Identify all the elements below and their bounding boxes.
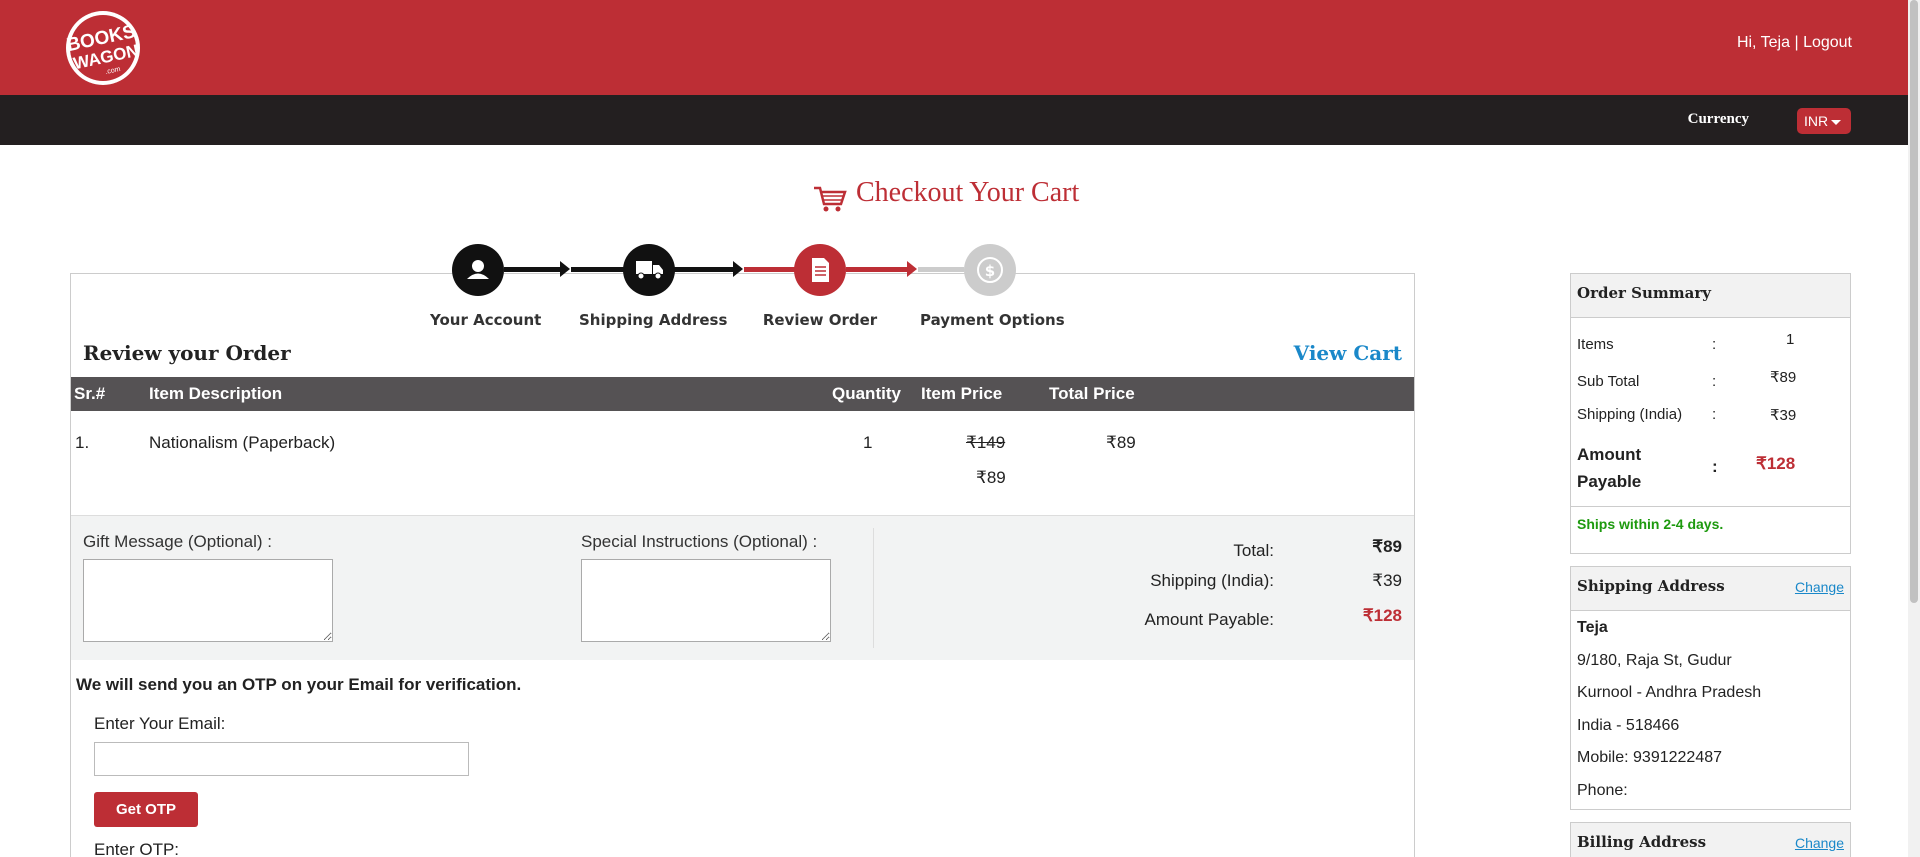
col-header: Item Price	[921, 384, 1003, 403]
summary-shipping-value: ₹39	[1770, 407, 1797, 424]
summary-colon: :	[1712, 336, 1717, 353]
get-otp-button[interactable]: Get OTP	[94, 792, 198, 827]
gift-message-label: Gift Message (Optional) :	[83, 532, 272, 551]
view-cart-link[interactable]: View Cart	[1294, 341, 1402, 365]
email-input[interactable]	[94, 742, 469, 776]
step-label: Your Account	[430, 311, 542, 329]
step-review-order	[794, 244, 846, 296]
page-scrollbar[interactable]	[1908, 0, 1920, 857]
step-payment-options: $	[964, 244, 1016, 296]
currency-bar: Currency INR	[0, 95, 1908, 145]
billing-address-header: Billing Address Change	[1571, 823, 1850, 857]
otp-label: Enter OTP:	[94, 840, 180, 857]
arrow-right-icon	[907, 261, 917, 277]
currency-label: Currency	[1687, 111, 1749, 127]
user-icon	[467, 260, 489, 279]
summary-subtotal-label: Sub Total	[1577, 373, 1640, 390]
gift-message-textarea[interactable]	[83, 559, 333, 642]
svg-text:$: $	[985, 262, 995, 280]
col-header: Item Description	[149, 384, 283, 403]
step-connector	[504, 267, 561, 272]
special-instructions-label: Special Instructions (Optional) :	[581, 532, 818, 551]
amount-payable-label: Amount Payable:	[1144, 610, 1274, 629]
summary-payable-value: ₹128	[1756, 454, 1796, 473]
currency-dropdown[interactable]: INR	[1797, 108, 1851, 134]
billing-address-title: Billing Address	[1577, 833, 1707, 851]
total-label: Total:	[1233, 541, 1274, 560]
step-label: Review Order	[762, 311, 878, 329]
row-quantity: 1	[863, 433, 873, 452]
special-instructions-textarea[interactable]	[581, 559, 831, 642]
summary-payable-label-line2: Payable	[1577, 472, 1642, 491]
step-connector	[571, 267, 625, 272]
step-label: Shipping Address	[579, 311, 728, 329]
address-phone: Phone:	[1577, 782, 1628, 799]
step-connector	[744, 267, 796, 272]
col-header: Quantity	[832, 384, 901, 403]
scrollbar-thumb[interactable]	[1910, 0, 1918, 603]
shipping-label: Shipping (India):	[1150, 571, 1274, 590]
row-list-price: ₹149	[966, 433, 1006, 452]
order-table-header: Sr.# Item Description Quantity Item Pric…	[71, 377, 1414, 411]
step-shipping-address	[623, 244, 675, 296]
currency-value: INR	[1804, 113, 1829, 129]
caret-down-icon	[1831, 119, 1842, 125]
shipping-address-box: Shipping Address Change Teja 9/180, Raja…	[1570, 566, 1851, 810]
ships-within-note: Ships within 2-4 days.	[1577, 516, 1724, 532]
dollar-icon: $	[977, 257, 1003, 283]
order-summary-box: Order Summary Items : 1 Sub Total : ₹89 …	[1570, 273, 1851, 554]
review-title: Review your Order	[83, 341, 291, 365]
total-value: ₹89	[1372, 537, 1402, 556]
change-billing-link[interactable]: Change	[1795, 835, 1844, 851]
shipping-address-title: Shipping Address	[1577, 577, 1725, 595]
step-your-account	[452, 244, 504, 296]
shipping-value: ₹39	[1372, 571, 1402, 590]
order-extras: Gift Message (Optional) : Special Instru…	[71, 515, 1414, 660]
step-connector	[674, 267, 734, 272]
user-greeting: Hi, Teja | Logout	[1737, 34, 1852, 52]
otp-note: We will send you an OTP on your Email fo…	[76, 675, 522, 694]
address-line: 9/180, Raja St, Gudur	[1577, 652, 1732, 669]
logout-link[interactable]: Logout	[1803, 34, 1852, 51]
greeting-separator: |	[1794, 34, 1799, 51]
change-shipping-link[interactable]: Change	[1795, 579, 1844, 595]
order-summary-title: Order Summary	[1571, 274, 1850, 318]
summary-shipping-label: Shipping (India)	[1577, 406, 1683, 423]
row-description: Nationalism (Paperback)	[149, 433, 336, 452]
page-title: Checkout Your Cart	[856, 177, 1080, 208]
bookswagon-logo[interactable]: BOOKS WAGON .com	[55, 8, 151, 88]
arrow-right-icon	[733, 261, 743, 277]
address-line: Kurnool - Andhra Pradesh	[1577, 684, 1762, 701]
shipping-address-header: Shipping Address Change	[1571, 567, 1850, 611]
summary-colon: :	[1712, 457, 1718, 476]
summary-items-label: Items	[1577, 336, 1614, 353]
summary-colon: :	[1712, 406, 1717, 423]
greeting-text: Hi, Teja	[1736, 34, 1790, 51]
summary-subtotal-value: ₹89	[1770, 369, 1797, 386]
row-total: ₹89	[1106, 433, 1136, 452]
summary-items-value: 1	[1786, 331, 1795, 348]
address-name: Teja	[1577, 619, 1608, 636]
row-sr: 1.	[75, 433, 90, 452]
step-label: Payment Options	[920, 311, 1065, 329]
col-header: Sr.#	[74, 384, 106, 403]
divider	[873, 528, 874, 648]
divider	[1571, 506, 1850, 507]
address-mobile: Mobile: 9391222487	[1577, 749, 1723, 766]
document-icon	[812, 258, 829, 282]
amount-payable-value: ₹128	[1362, 606, 1402, 625]
row-price: ₹89	[976, 468, 1006, 487]
col-header: Total Price	[1049, 384, 1135, 403]
step-connector	[918, 267, 964, 272]
billing-address-box: Billing Address Change	[1570, 822, 1851, 857]
summary-payable-label-line1: Amount	[1577, 445, 1642, 464]
top-header: BOOKS WAGON .com Hi, Teja | Logout	[0, 0, 1908, 95]
summary-colon: :	[1712, 373, 1717, 390]
address-line: India - 518466	[1577, 717, 1680, 734]
step-connector	[846, 267, 908, 272]
truck-icon	[636, 261, 663, 280]
email-label: Enter Your Email:	[94, 714, 226, 733]
arrow-right-icon	[560, 261, 570, 277]
cart-icon	[814, 186, 847, 212]
